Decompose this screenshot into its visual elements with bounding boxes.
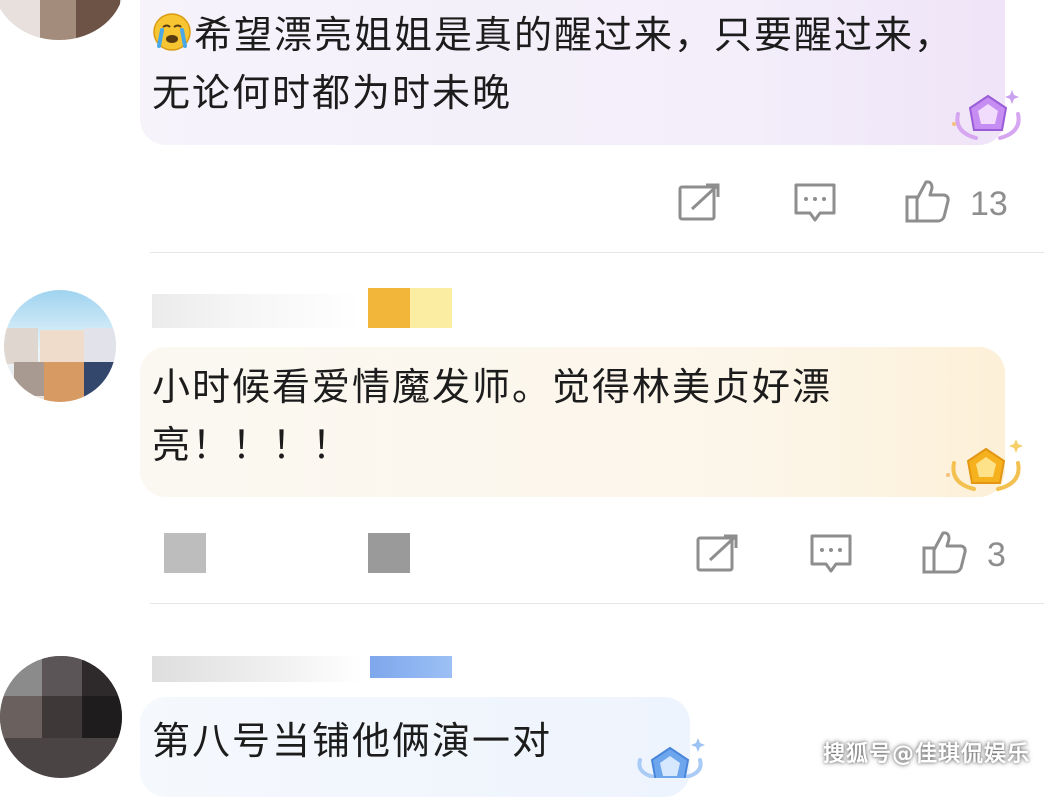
level-tag-blurred bbox=[368, 288, 410, 328]
comment-body: 希望漂亮姐姐是真的醒过来，只要醒过来，无论何时都为时未晚 bbox=[152, 13, 955, 115]
watermark: 搜狐号@佳琪侃娱乐 bbox=[822, 742, 1030, 767]
level-tag-blurred bbox=[410, 288, 452, 328]
divider bbox=[150, 252, 1044, 253]
comment-icon[interactable] bbox=[793, 182, 837, 224]
crying-face-icon bbox=[153, 13, 191, 51]
purple-gem-badge-icon bbox=[952, 90, 1021, 140]
share-icon[interactable] bbox=[696, 534, 740, 574]
level-tag-blurred bbox=[370, 656, 452, 678]
image-thumb-blurred[interactable] bbox=[368, 533, 410, 573]
avatar[interactable] bbox=[4, 290, 116, 402]
username-blurred[interactable] bbox=[152, 656, 362, 682]
blue-gem-badge-icon bbox=[637, 738, 705, 778]
username-blurred[interactable] bbox=[152, 294, 362, 328]
comment-icon[interactable] bbox=[809, 533, 853, 575]
gold-gem-badge-icon bbox=[946, 439, 1023, 491]
share-icon[interactable] bbox=[678, 183, 722, 223]
like-count: 13 bbox=[970, 185, 1008, 223]
image-thumb-blurred[interactable] bbox=[164, 533, 206, 573]
comment-text: 小时候看爱情魔发师。觉得林美贞好漂亮！！！！ bbox=[152, 365, 833, 467]
thumbs-up-icon[interactable] bbox=[921, 529, 969, 575]
avatar[interactable] bbox=[0, 0, 124, 40]
comment-text: 希望漂亮姐姐是真的醒过来，只要醒过来，无论何时都为时未晚 bbox=[152, 6, 982, 122]
comment-text: 第八号当铺他俩演一对 bbox=[152, 719, 553, 763]
avatar[interactable] bbox=[0, 656, 122, 778]
thumbs-up-icon[interactable] bbox=[904, 178, 952, 224]
divider bbox=[150, 603, 1044, 604]
like-count: 3 bbox=[987, 536, 1006, 574]
